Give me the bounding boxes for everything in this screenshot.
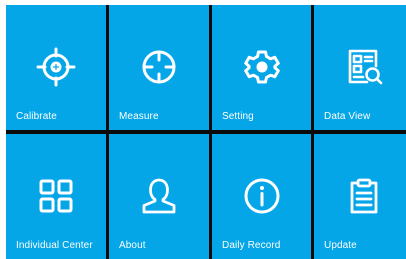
daily-record-tile[interactable]: Daily Record xyxy=(212,134,311,259)
calibrate-label: Calibrate xyxy=(16,111,57,122)
setting-label: Setting xyxy=(222,111,254,122)
measure-tile[interactable]: Measure xyxy=(109,5,209,130)
crosshair-icon xyxy=(138,46,180,88)
info-icon xyxy=(241,175,283,217)
calibrate-tile[interactable]: Calibrate xyxy=(6,5,106,130)
about-label: About xyxy=(119,240,146,251)
gear-icon xyxy=(241,46,283,88)
setting-tile[interactable]: Setting xyxy=(212,5,311,130)
data-view-label: Data View xyxy=(324,111,371,122)
measure-label: Measure xyxy=(119,111,159,122)
update-label: Update xyxy=(324,240,357,251)
individual-center-label: Individual Center xyxy=(16,240,93,251)
individual-center-tile[interactable]: Individual Center xyxy=(6,134,106,259)
document-search-icon xyxy=(343,46,385,88)
data-view-tile[interactable]: Data View xyxy=(314,5,406,130)
person-icon xyxy=(138,175,180,217)
crosshair-target-icon xyxy=(35,46,77,88)
update-tile[interactable]: Update xyxy=(314,134,406,259)
clipboard-icon xyxy=(343,175,385,217)
about-tile[interactable]: About xyxy=(109,134,209,259)
daily-record-label: Daily Record xyxy=(222,240,281,251)
main-menu-grid: Calibrate Measure Setting Data View Indi… xyxy=(6,5,406,259)
grid-icon xyxy=(35,175,77,217)
